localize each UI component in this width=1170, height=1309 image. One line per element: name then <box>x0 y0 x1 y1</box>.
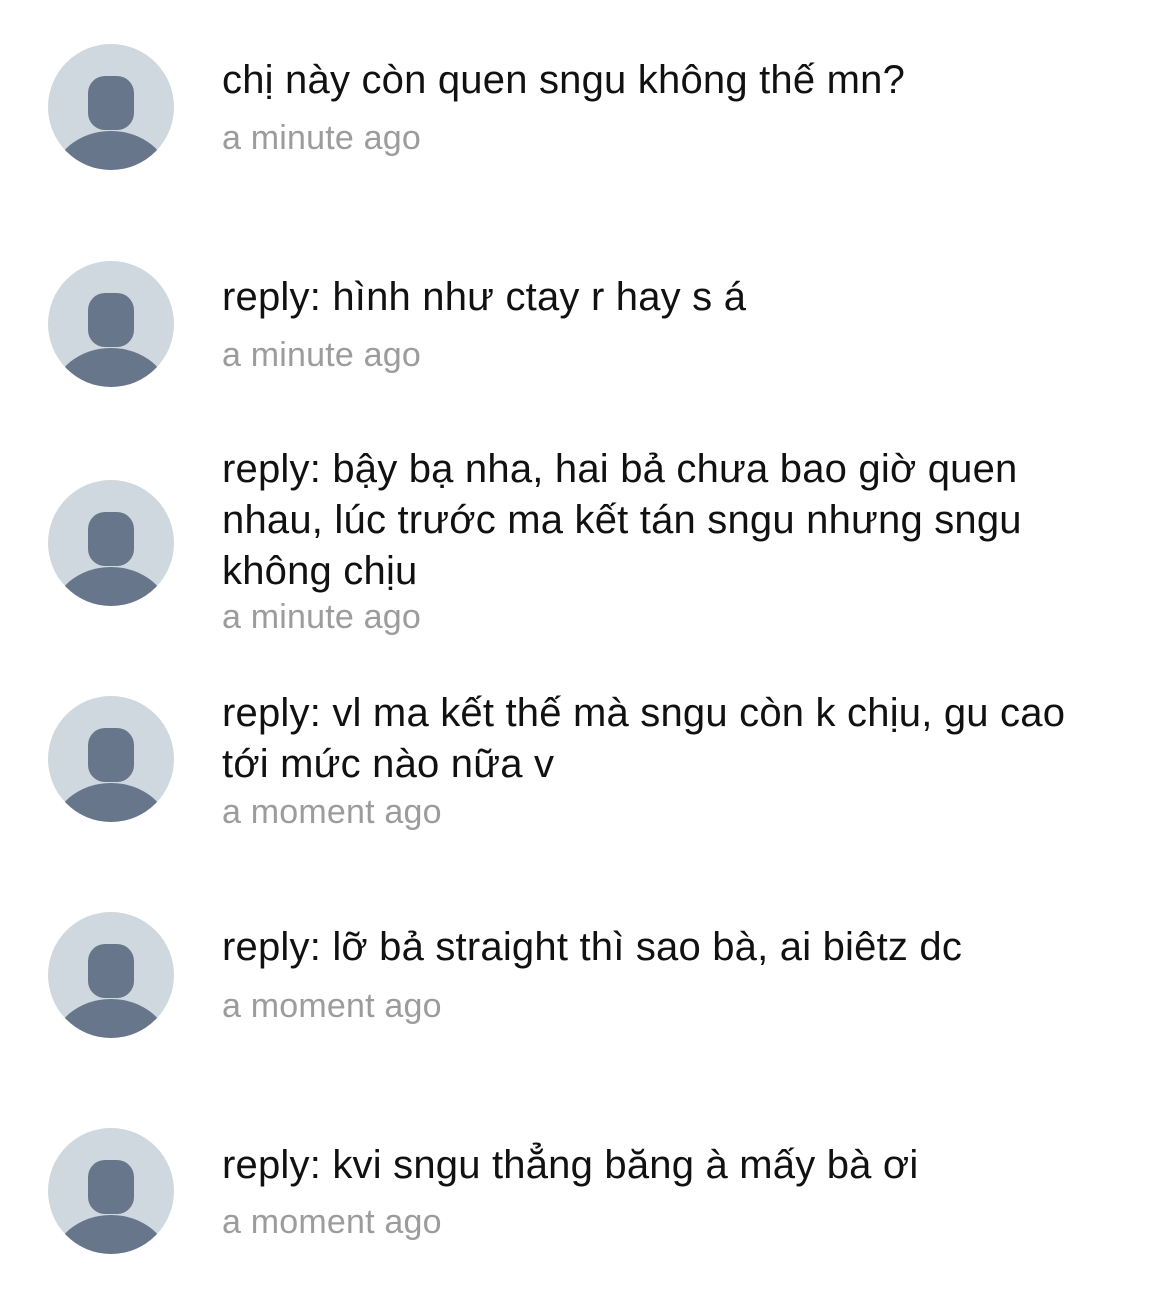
user-avatar-icon[interactable] <box>48 44 174 170</box>
comment-text: reply: hình như ctay r hay s á <box>222 275 747 319</box>
comment-timestamp: a minute ago <box>222 336 421 374</box>
comment-text: reply: lỡ bả straight thì sao bà, ai biê… <box>222 925 963 969</box>
comment-text: chị này còn quen sngu không thế mn? <box>222 58 906 102</box>
user-avatar-icon[interactable] <box>48 1128 174 1254</box>
user-avatar-icon[interactable] <box>48 912 174 1038</box>
user-avatar-icon[interactable] <box>48 480 174 606</box>
comment-timestamp: a moment ago <box>222 793 442 831</box>
user-avatar-icon[interactable] <box>48 261 174 387</box>
comment-timestamp: a minute ago <box>222 119 421 157</box>
comment-timestamp: a moment ago <box>222 1203 442 1241</box>
comment-timestamp: a moment ago <box>222 987 442 1025</box>
comment-text: reply: vl ma kết thế mà sngu còn k chịu,… <box>222 691 1066 786</box>
comment-timestamp: a minute ago <box>222 598 421 636</box>
comment-text: reply: kvi sngu thẳng băng à mấy bà ơi <box>222 1143 919 1187</box>
comment-text: reply: bậy bạ nha, hai bả chưa bao giờ q… <box>222 447 1022 593</box>
user-avatar-icon[interactable] <box>48 696 174 822</box>
